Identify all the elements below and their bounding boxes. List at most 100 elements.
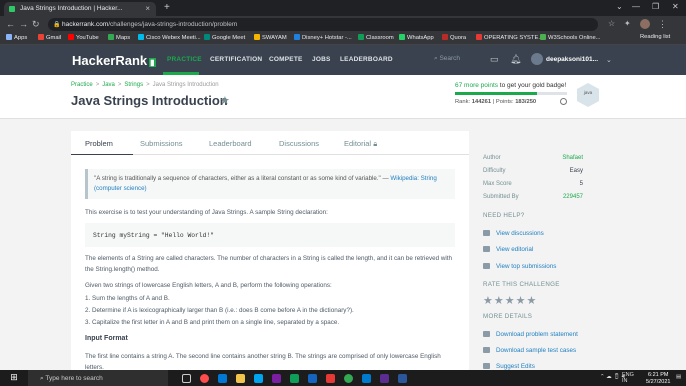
page-title: Java Strings Introduction (71, 93, 228, 108)
language-indicator[interactable]: ENG IN (622, 372, 634, 384)
nav-certification[interactable]: CERTIFICATION (210, 56, 262, 63)
breadcrumb-practice[interactable]: Practice (71, 82, 93, 88)
app-icon[interactable] (326, 374, 335, 383)
app-icon[interactable] (380, 374, 389, 383)
back-icon[interactable]: ← (6, 19, 15, 29)
badge-progress-fill (455, 92, 537, 95)
bookmark-quora[interactable]: Quora (442, 34, 466, 41)
address-bar-row: ← → ↻ 🔒 hackerrank.com/challenges/java-s… (0, 16, 686, 33)
info-icon[interactable] (560, 98, 567, 105)
app-icon[interactable] (308, 374, 317, 383)
username[interactable]: deepaksoni101... (546, 56, 598, 63)
bookmark-challenge-star-icon[interactable]: ★ (220, 94, 230, 107)
bookmark-whatsapp[interactable]: WhatsApp (399, 34, 434, 41)
profile-avatar[interactable] (640, 19, 650, 29)
java-badge-icon[interactable]: java (577, 83, 599, 107)
rate-heading: RATE THIS CHALLENGE (483, 281, 560, 288)
input-format-heading: Input Format (85, 335, 128, 342)
close-tab-icon[interactable]: × (145, 4, 150, 13)
reading-list[interactable]: Reading list (640, 34, 670, 40)
more-details-heading: MORE DETAILS (483, 313, 533, 320)
rating-star-icon[interactable]: ★ (527, 295, 538, 307)
rating-star-icon[interactable]: ★ (516, 295, 527, 307)
lock-icon: 🔒 (53, 22, 61, 28)
store-icon[interactable] (254, 374, 263, 383)
system-clock[interactable]: 6:21 PM 5/27/2021 (646, 372, 670, 386)
bookmark-hotstar[interactable]: Disney+ Hotstar -... (294, 34, 352, 41)
maximize-icon[interactable]: ❐ (652, 2, 659, 11)
file-explorer-icon[interactable] (236, 374, 245, 383)
max-score-row: Max Score 5 (483, 181, 583, 187)
app-icon[interactable] (290, 374, 299, 383)
bookmark-w3schools[interactable]: W3Schools Online... (540, 34, 601, 41)
bookmark-gmail[interactable]: Gmail (38, 34, 61, 41)
tab-problem[interactable]: Problem (85, 139, 113, 148)
tab-editorial[interactable]: Editorial 🔒︎ (344, 139, 377, 149)
user-avatar[interactable] (531, 53, 543, 65)
vscode-icon[interactable] (362, 374, 371, 383)
rating-stars[interactable]: ★★★★★ (483, 294, 537, 307)
browser-tab[interactable]: Java Strings Introduction | Hacker... × (4, 2, 156, 16)
chrome-icon[interactable] (344, 374, 353, 383)
url-host: hackerrank.com (62, 21, 109, 28)
bookmark-apps[interactable]: Apps (6, 34, 27, 41)
rank-points: Rank: 144261 | Points: 183/250 (455, 99, 537, 105)
nav-leaderboard[interactable]: LEADERBOARD (340, 56, 393, 63)
site-navbar: HackerRank ▮ PRACTICE CERTIFICATION COMPE… (0, 45, 686, 75)
messages-icon[interactable]: ▭ (490, 54, 499, 65)
rating-star-icon[interactable]: ★ (505, 295, 516, 307)
bookmark-maps[interactable]: Maps (108, 34, 130, 41)
tab-submissions[interactable]: Submissions (140, 139, 183, 148)
chevron-down-icon[interactable]: ⌄ (616, 2, 623, 11)
tab-leaderboard[interactable]: Leaderboard (209, 139, 252, 148)
nav-compete[interactable]: COMPETE (269, 56, 303, 63)
difficulty-row: Difficulty Easy (483, 168, 583, 174)
site-search[interactable]: ⌕ Search (434, 55, 460, 63)
app-icon[interactable] (398, 374, 407, 383)
view-top-submissions-link[interactable]: View top submissions (483, 263, 556, 270)
hackerrank-logo[interactable]: HackerRank ▮ (71, 53, 156, 68)
breadcrumb-java[interactable]: Java (102, 82, 115, 88)
forward-icon[interactable]: → (19, 19, 28, 29)
breadcrumb-strings[interactable]: Strings (124, 82, 143, 88)
view-editorial-link[interactable]: View editorial (483, 246, 533, 253)
edge-icon[interactable] (218, 374, 227, 383)
bookmark-webex[interactable]: Cisco Webex Meeti... (138, 34, 201, 41)
user-menu-chevron-icon[interactable]: ⌄ (606, 56, 612, 64)
tab-discussions[interactable]: Discussions (279, 139, 319, 148)
notifications-bell-icon[interactable]: 🔔︎ (510, 54, 521, 65)
bookmark-star-icon[interactable]: ☆ (608, 19, 615, 28)
bookmark-google-meet[interactable]: Google Meet (204, 34, 245, 41)
author-link[interactable]: Shafaet (562, 155, 583, 161)
bookmark-classroom[interactable]: Classroom (358, 34, 394, 41)
problem-statement: "A string is traditionally a sequence of… (71, 155, 469, 386)
app-icon[interactable] (272, 374, 281, 383)
nav-practice[interactable]: PRACTICE (167, 56, 202, 63)
url-input[interactable]: 🔒 hackerrank.com/challenges/java-strings… (48, 18, 598, 31)
taskbar-search[interactable]: ⌕ Type here to search (28, 370, 168, 386)
windows-start-icon[interactable]: ⊞ (0, 370, 28, 386)
opera-icon[interactable] (200, 374, 209, 383)
close-window-icon[interactable]: ✕ (672, 2, 679, 11)
view-discussions-link[interactable]: View discussions (483, 230, 544, 237)
rating-star-icon[interactable]: ★ (494, 295, 505, 307)
editorial-icon (483, 246, 490, 252)
bookmark-operating-systems[interactable]: OPERATING SYSTE... (476, 34, 543, 41)
list-item: 2. Determine if A is lexicographically l… (85, 307, 354, 314)
download-sample-tests-link[interactable]: Download sample test cases (483, 347, 576, 354)
download-problem-statement-link[interactable]: Download problem statement (483, 331, 578, 338)
author-row: Author Shafaet (483, 155, 583, 161)
bookmark-youtube[interactable]: YouTube (68, 34, 99, 41)
rating-star-icon[interactable]: ★ (483, 295, 494, 307)
browser-menu-icon[interactable]: ⋮ (658, 19, 667, 30)
reload-icon[interactable]: ↻ (32, 19, 40, 30)
notifications-icon[interactable]: ▤ (676, 374, 681, 380)
extensions-icon[interactable]: ✦ (624, 19, 631, 28)
bookmark-swayam[interactable]: SWAYAM (254, 34, 287, 41)
suggest-edits-link[interactable]: Suggest Edits (483, 363, 535, 370)
operations-list: 1. Sum the lengths of A and B. 2. Determ… (85, 293, 354, 329)
new-tab-icon[interactable]: + (164, 2, 170, 13)
minimize-icon[interactable]: — (632, 2, 640, 11)
nav-jobs[interactable]: JOBS (312, 56, 331, 63)
task-view-icon[interactable] (182, 374, 191, 383)
